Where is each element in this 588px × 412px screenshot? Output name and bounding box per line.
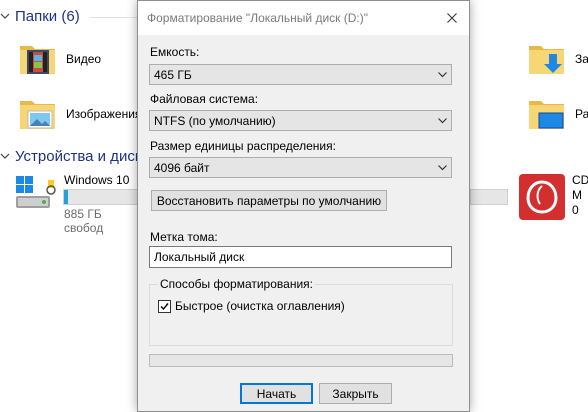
folder-label-video: Видео: [66, 52, 102, 66]
filesystem-select[interactable]: NTFS (по умолчанию): [149, 110, 452, 131]
filesystem-value: NTFS (по умолчанию): [154, 113, 276, 128]
folders-group-title: Папки (6): [15, 7, 80, 25]
dvd-drive-icon: [519, 174, 565, 220]
folder-label-desktop: Раб: [575, 107, 588, 121]
dialog-titlebar[interactable]: Форматирование "Локальный диск (D:)": [138, 1, 469, 35]
folder-label-downloads: Заг: [575, 52, 588, 66]
drive-c-usage-bar: [63, 189, 140, 205]
devices-group-header[interactable]: Устройства и диск: [0, 146, 141, 166]
chevron-down-icon: [0, 153, 10, 159]
capacity-label: Емкость:: [150, 45, 200, 59]
chevron-down-icon: [0, 13, 10, 19]
close-icon: [447, 13, 457, 23]
video-folder-icon: [20, 46, 55, 74]
drive-item-cd[interactable]: CD M 0: [519, 172, 588, 222]
folder-item-downloads[interactable]: Заг: [527, 40, 588, 78]
drive-cd-line3: 0: [572, 203, 579, 217]
start-button[interactable]: Начать: [240, 383, 313, 404]
volume-label-value: Локальный диск: [154, 250, 245, 264]
drive-d-usage-bar: [470, 189, 508, 205]
chevron-down-icon: [433, 65, 451, 84]
drive-cd-line2: M: [572, 188, 582, 202]
close-dialog-button[interactable]: Закрыть: [319, 383, 392, 404]
format-options-title: Способы форматирования:: [158, 277, 315, 291]
checkmark-icon: [160, 302, 169, 310]
quick-format-label: Быстрое (очистка оглавления): [175, 299, 345, 313]
alloc-unit-select[interactable]: 4096 байт: [149, 157, 452, 178]
capacity-value: 465 ГБ: [154, 67, 192, 82]
explorer-window: Папки (6) Видео Изображения За Ра Устрой…: [0, 0, 588, 412]
pictures-folder-icon: [20, 101, 55, 129]
system-drive-icon: [16, 176, 56, 208]
alloc-unit-value: 4096 байт: [154, 160, 210, 175]
drive-c-usage-fill: [64, 190, 68, 204]
close-button[interactable]: [443, 9, 461, 27]
drive-c-free-text: 885 ГБ свобод: [64, 207, 104, 235]
folders-group-header[interactable]: Папки (6): [0, 6, 80, 26]
quick-format-option[interactable]: Быстрое (очистка оглавления): [158, 299, 345, 313]
format-options-group: Способы форматирования: Быстрое (очистка…: [149, 277, 453, 346]
capacity-select[interactable]: 465 ГБ: [149, 64, 452, 85]
folder-label-pictures: Изображения: [66, 107, 142, 121]
alloc-unit-label: Размер единицы распределения:: [150, 139, 336, 153]
chevron-down-icon: [433, 111, 451, 130]
filesystem-label: Файловая система:: [150, 92, 259, 106]
downloads-folder-icon: [529, 46, 564, 74]
format-dialog: Форматирование "Локальный диск (D:)" Емк…: [137, 0, 470, 412]
drive-item-c[interactable]: Windows 10 (C 885 ГБ свобод: [14, 172, 140, 235]
desktop-folder-icon: [529, 101, 564, 129]
group-divider: [90, 17, 138, 18]
volume-label-label: Метка тома:: [150, 230, 218, 244]
drive-cd-line1: CD: [572, 173, 588, 187]
format-progress-bar: [149, 354, 453, 367]
dialog-title: Форматирование "Локальный диск (D:)": [147, 11, 369, 25]
folder-item-pictures[interactable]: Изображения: [18, 95, 141, 133]
volume-label-input[interactable]: Локальный диск: [149, 246, 452, 268]
chevron-down-icon: [433, 158, 451, 177]
devices-group-title: Устройства и диск: [15, 147, 142, 165]
folder-item-video[interactable]: Видео: [18, 40, 101, 78]
restore-defaults-button[interactable]: Восстановить параметры по умолчанию: [151, 190, 387, 211]
folder-item-desktop[interactable]: Раб: [527, 95, 588, 133]
quick-format-checkbox[interactable]: [158, 299, 171, 313]
